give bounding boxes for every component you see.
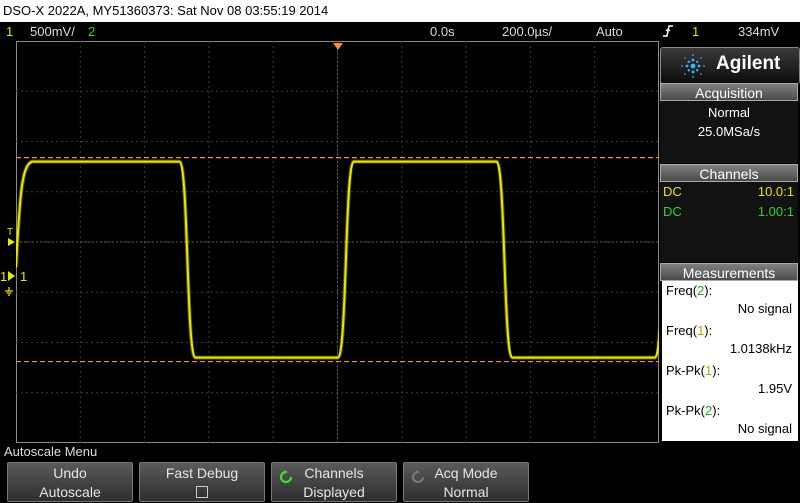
ch1-scale[interactable]: 500mV/	[30, 22, 75, 41]
ch1-coupling: DC	[663, 184, 682, 199]
ch2-coupling: DC	[663, 204, 682, 219]
channels-section: DC 10.0:1 DC 1.00:1	[660, 182, 798, 262]
measurement-label: Pk-Pk(2):	[666, 403, 721, 418]
trigger-marker-label: T	[7, 227, 14, 238]
measurement-pkpk-ch1[interactable]: Pk-Pk(1): 1.95V	[662, 361, 798, 401]
measurement-pkpk-ch2[interactable]: Pk-Pk(2): No signal	[662, 401, 798, 441]
sample-rate: 25.0MSa/s	[697, 124, 761, 139]
softkey-label: Undo	[53, 465, 87, 481]
softkey-label: Channels	[304, 465, 364, 481]
measurements-header[interactable]: Measurements	[660, 263, 798, 281]
acq-mode-button[interactable]: Acq Mode Normal	[403, 462, 529, 502]
measurement-label: Freq(1):	[666, 323, 713, 338]
softkey-sublabel: Autoscale	[39, 484, 101, 500]
ch2-probe-ratio: 1.00:1	[757, 204, 794, 219]
checkbox-icon	[196, 486, 208, 498]
trigger-level[interactable]: 334mV	[738, 22, 779, 41]
acquisition-section: Normal 25.0MSa/s	[660, 101, 798, 163]
agilent-logo: Agilent	[660, 47, 800, 84]
scope-graticule	[16, 41, 659, 443]
measurement-value: 1.95V	[758, 381, 792, 396]
window-title: DSO-X 2022A, MY51360373: Sat Nov 08 03:5…	[0, 0, 800, 22]
acquisition-header[interactable]: Acquisition	[660, 83, 798, 101]
ch1-indicator[interactable]: 1	[6, 22, 13, 41]
ground-symbol-icon	[4, 284, 14, 302]
acquisition-mode: Normal	[708, 105, 750, 120]
trigger-mode[interactable]: Auto	[596, 22, 623, 41]
menu-title: Autoscale Menu	[4, 444, 98, 459]
undo-autoscale-button[interactable]: Undo Autoscale	[7, 462, 133, 502]
rising-edge-icon	[662, 23, 674, 44]
status-bar: 1 500mV/ 2 0.0s 200.0µs/ Auto 1 334mV	[0, 22, 800, 41]
softkey-label: Acq Mode	[434, 465, 498, 481]
measurement-freq-ch2[interactable]: Freq(2): No signal	[662, 281, 798, 321]
fast-debug-button[interactable]: Fast Debug	[139, 462, 265, 502]
trigger-level-marker[interactable]: T	[7, 228, 13, 238]
channels-header[interactable]: Channels	[660, 164, 798, 182]
ch1-probe-ratio: 10.0:1	[757, 184, 794, 199]
measurement-value: No signal	[737, 301, 792, 316]
measurement-freq-ch1[interactable]: Freq(1): 1.0138kHz	[662, 321, 798, 361]
ch1-ground-marker[interactable]: 1	[0, 270, 7, 283]
trigger-position-icon[interactable]	[333, 43, 343, 50]
channels-displayed-button[interactable]: Channels Displayed	[271, 462, 397, 502]
measurements-section: Freq(2): No signal Freq(1): 1.0138kHz Pk…	[660, 281, 798, 442]
timebase-scale[interactable]: 200.0µs/	[502, 22, 552, 41]
softkey-sublabel: Displayed	[303, 484, 365, 500]
measurement-label: Freq(2):	[666, 283, 713, 298]
softkey-bar: Undo Autoscale Fast Debug Channels Displ…	[0, 461, 800, 503]
waveform-display[interactable]	[16, 41, 659, 443]
softkey-label: Fast Debug	[165, 465, 239, 481]
side-panel: Agilent Acquisition Normal 25.0MSa/s Cha…	[660, 47, 800, 442]
brand-name: Agilent	[716, 53, 781, 74]
trigger-channel[interactable]: 1	[692, 22, 699, 41]
time-offset[interactable]: 0.0s	[430, 22, 455, 41]
measurement-value: No signal	[737, 421, 792, 436]
ch2-indicator[interactable]: 2	[88, 22, 95, 41]
softkey-sublabel: Normal	[443, 484, 489, 500]
measurement-label: Pk-Pk(1):	[666, 363, 721, 378]
measurement-value: 1.0138kHz	[729, 341, 792, 356]
ground-arrow-icon	[8, 271, 15, 281]
trigger-arrow-icon	[8, 238, 15, 246]
spark-logo-icon	[681, 54, 705, 78]
ch1-ground-label: 1	[0, 269, 8, 284]
